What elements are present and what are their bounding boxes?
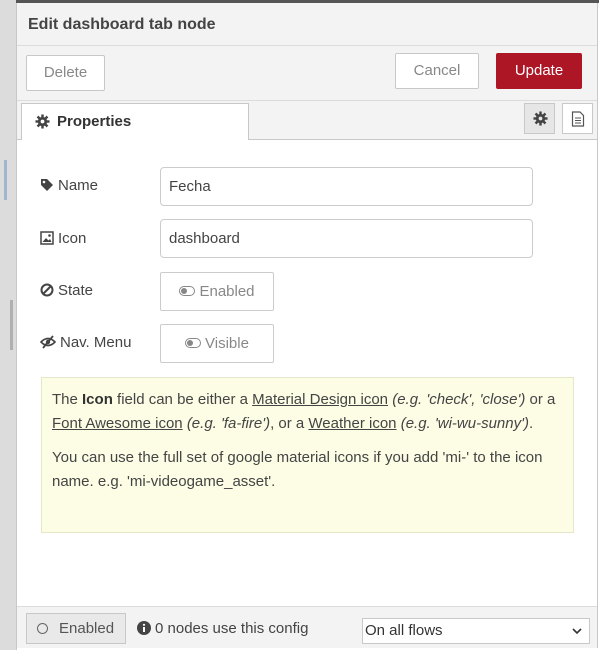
ban-icon bbox=[40, 283, 54, 297]
config-usage-info: 0 nodes use this config bbox=[137, 620, 308, 637]
flow-scope-select[interactable]: On all flows bbox=[362, 618, 590, 644]
cancel-button[interactable]: Cancel bbox=[395, 53, 479, 89]
tab-bar: Properties bbox=[17, 101, 597, 140]
help-paragraph-material: You can use the full set of google mater… bbox=[52, 449, 543, 490]
circle-icon bbox=[37, 623, 48, 634]
toggle-switch-icon bbox=[179, 286, 196, 296]
image-icon bbox=[40, 231, 54, 245]
name-label: Name bbox=[40, 177, 98, 194]
dialog-title: Edit dashboard tab node bbox=[28, 16, 216, 33]
tab-properties[interactable]: Properties bbox=[21, 103, 249, 140]
delete-button[interactable]: Delete bbox=[26, 55, 105, 91]
help-tip: The Icon field can be either a Material … bbox=[41, 377, 574, 533]
name-input[interactable]: Fecha bbox=[160, 167, 533, 206]
tab-properties-label: Properties bbox=[57, 113, 132, 130]
edit-dialog: Edit dashboard tab node Delete Cancel Up… bbox=[17, 3, 598, 648]
edge-marker bbox=[4, 160, 7, 200]
settings-tab-button[interactable] bbox=[524, 103, 555, 134]
dialog-footer: Enabled 0 nodes use this config On all f… bbox=[17, 606, 597, 648]
dialog-header: Edit dashboard tab node bbox=[17, 3, 597, 46]
state-label: State bbox=[40, 282, 93, 299]
help-paragraph-icons: The Icon field can be either a Material … bbox=[52, 391, 556, 432]
font-awesome-link[interactable]: Font Awesome icon bbox=[52, 415, 183, 432]
info-circle-icon bbox=[137, 621, 151, 635]
state-toggle[interactable]: Enabled bbox=[160, 272, 274, 311]
gear-icon bbox=[533, 111, 548, 126]
nav-menu-toggle[interactable]: Visible bbox=[160, 324, 274, 363]
editor-sidebar-edge bbox=[0, 0, 17, 650]
weather-icon-link[interactable]: Weather icon bbox=[308, 415, 396, 432]
tag-icon bbox=[41, 179, 53, 191]
icon-label: Icon bbox=[40, 230, 86, 247]
material-design-link[interactable]: Material Design icon bbox=[252, 391, 388, 408]
icon-input[interactable]: dashboard bbox=[160, 219, 533, 258]
edge-scrollbar[interactable] bbox=[10, 300, 13, 350]
toggle-switch-icon bbox=[185, 338, 202, 348]
chevron-down-icon bbox=[572, 628, 582, 635]
update-button[interactable]: Update bbox=[496, 53, 582, 89]
nav-menu-label: Nav. Menu bbox=[39, 334, 131, 351]
action-bar: Delete Cancel Update bbox=[17, 46, 597, 101]
eye-slash-icon bbox=[39, 335, 57, 349]
description-tab-button[interactable] bbox=[562, 103, 593, 134]
node-enabled-toggle[interactable]: Enabled bbox=[26, 613, 126, 644]
document-icon bbox=[571, 111, 585, 127]
gear-icon bbox=[35, 114, 50, 129]
